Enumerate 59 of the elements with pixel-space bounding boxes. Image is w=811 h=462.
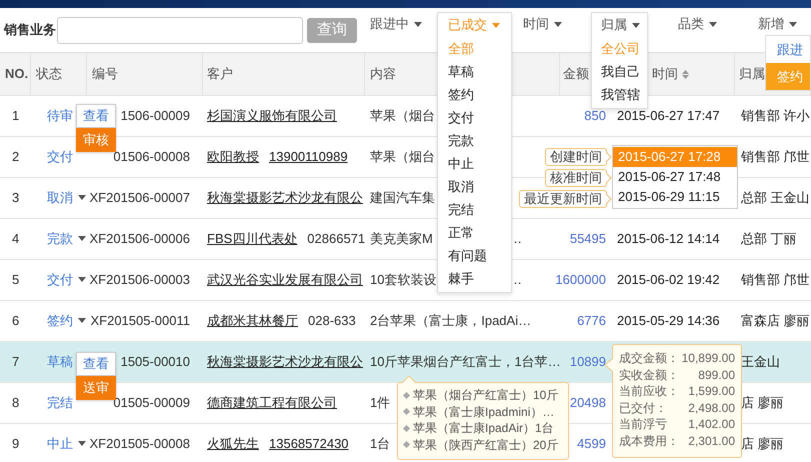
owner-text: 销售部 邝世 <box>741 270 810 289</box>
row-number: 1 <box>12 106 20 125</box>
amount-value: 899.00 <box>698 366 735 383</box>
order-number: 01506-00008 <box>113 148 190 166</box>
content-text: 1件 <box>370 394 390 412</box>
owner-text: 总部 丁丽 <box>741 230 797 248</box>
amount-value: 2,301.00 <box>688 432 735 449</box>
row-number: 7 <box>12 352 20 371</box>
owner-text: 店 廖丽 <box>741 394 784 412</box>
row-number: 6 <box>12 312 20 330</box>
content-text: 苹果（烟台 <box>370 148 435 166</box>
product-item: 苹果（烟台产红富士）10斤 <box>413 387 558 404</box>
content-text: 美克美家M <box>370 230 433 248</box>
time-text: 2015-05-29 14:36 <box>617 312 720 330</box>
phone-number: 028-633 <box>308 312 356 330</box>
amount-label: 成本费用： <box>619 432 679 449</box>
row-number: 2 <box>12 148 20 166</box>
amount-value: 2,498.00 <box>688 400 735 416</box>
content-text: 建国汽车集 <box>370 188 435 207</box>
owner-text: 销售部 许小 <box>741 106 810 125</box>
amount-label: 成交金额： <box>619 350 679 366</box>
content-text: 苹果（烟台 <box>370 106 435 125</box>
amount-label: 当前应收： <box>619 383 679 400</box>
order-number: XF201505-00011 <box>90 312 190 330</box>
time-text: 2015-06-02 19:42 <box>617 270 720 289</box>
order-number: 1505-00010 <box>120 352 190 371</box>
page-label: 销售业务 <box>4 21 57 40</box>
product-item: 苹果（陕西产红富士）20斤 <box>413 436 558 453</box>
product-item: 苹果（富士康IpadAir）1台 <box>413 420 554 436</box>
owner-text: 王金山 <box>741 352 780 371</box>
owner-text: 富森店 廖丽 <box>741 312 810 330</box>
amount-value: 1,402.00 <box>688 416 735 432</box>
product-item: 苹果（富士康Ipadmini）… <box>413 404 554 420</box>
owner-text: 销售部 邝世 <box>741 148 810 166</box>
amount-value: 1,599.00 <box>688 383 735 400</box>
content-text: 1台 <box>370 434 390 453</box>
amount-label: 实收金额： <box>619 366 679 383</box>
amount-label: 当前浮亏 <box>619 416 667 432</box>
amount-label: 已交付： <box>619 400 667 416</box>
row-number: 8 <box>12 394 20 412</box>
owner-text: 店 廖丽 <box>741 434 784 453</box>
order-number: XF201506-00003 <box>90 270 190 289</box>
content-text: 10斤苹果烟台产红富士，1台苹… <box>370 352 561 371</box>
row-number: 9 <box>12 434 20 453</box>
row-number: 5 <box>12 270 20 289</box>
owner-text: 总部 王金山 <box>741 188 810 207</box>
content-text: 2台苹果（富士康，IpadAi… <box>370 312 532 330</box>
time-text: 2015-06-12 14:14 <box>617 230 720 248</box>
order-number: XF201506-00006 <box>90 230 190 248</box>
row-number: 4 <box>12 230 20 248</box>
content-text: 10套软装设 <box>370 270 436 289</box>
order-number: XF201506-00007 <box>90 188 190 207</box>
order-number: XF201505-00008 <box>90 434 190 453</box>
phone-number: 02866571 <box>307 230 366 248</box>
row-number: 3 <box>12 188 20 207</box>
time-text: 2015-06-27 17:47 <box>617 106 720 125</box>
order-number: 01505-00009 <box>113 394 190 412</box>
amount-value: 10,899.00 <box>682 350 735 366</box>
order-number: 1506-00009 <box>120 106 190 125</box>
